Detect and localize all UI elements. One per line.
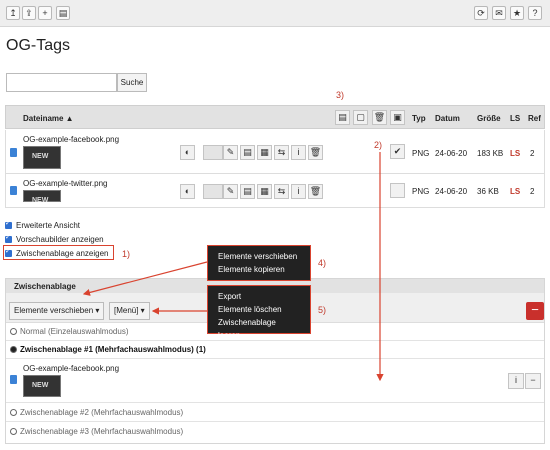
annotation-arrows <box>82 152 384 382</box>
arrow-4 <box>82 261 208 296</box>
